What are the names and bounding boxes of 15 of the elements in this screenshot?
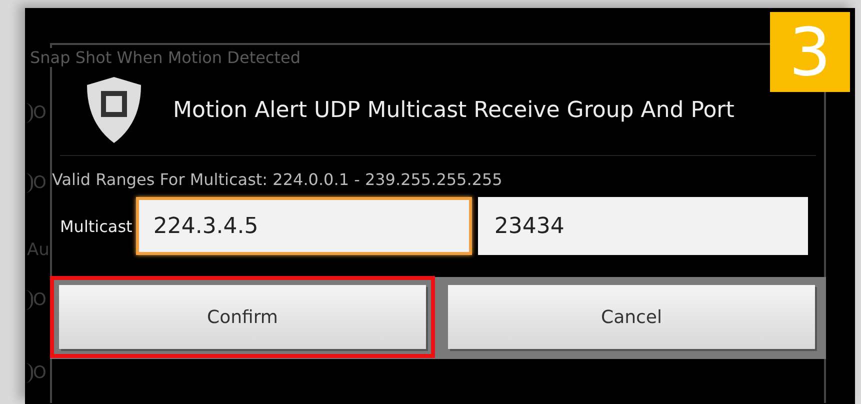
option-label: O: [33, 363, 46, 383]
setting-label: Au: [26, 240, 50, 260]
option-label: O: [33, 290, 46, 310]
option-label: O: [33, 103, 46, 123]
shield-icon: [85, 75, 143, 145]
port-field[interactable]: 23434: [478, 197, 808, 255]
cancel-button[interactable]: Cancel: [448, 285, 815, 349]
address-field[interactable]: 224.3.4.5: [136, 197, 472, 255]
step-badge: 3: [770, 12, 850, 92]
valid-range-hint: Valid Ranges For Multicast: 224.0.0.1 - 239.255.255.255: [52, 170, 504, 189]
field-label: Multicast: [59, 216, 134, 236]
dialog-title: Motion Alert UDP Multicast Receive Group And Port: [173, 98, 734, 122]
option-label: O: [33, 173, 46, 193]
confirm-button[interactable]: Confirm: [59, 285, 426, 349]
background-heading: Snap Shot When Motion Detected: [30, 48, 300, 67]
